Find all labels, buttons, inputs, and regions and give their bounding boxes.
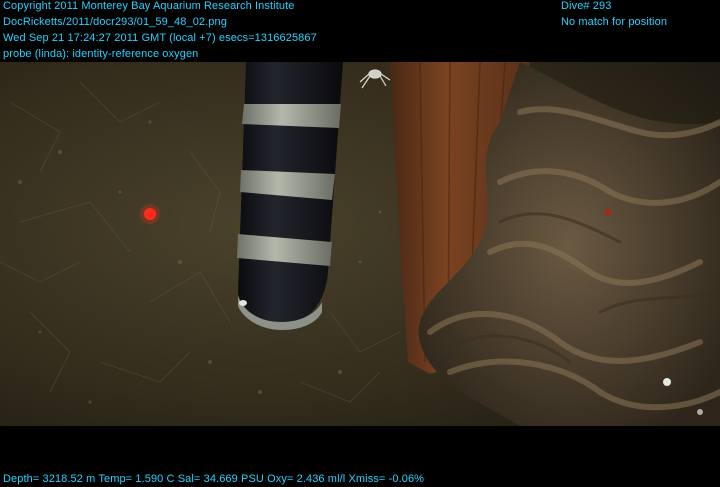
caption-timestamp: Wed Sep 21 17:24:27 2011 GMT (local +7) … — [3, 32, 317, 44]
caption-position-status: No match for position — [561, 16, 668, 28]
seafloor-scene — [0, 62, 720, 426]
caption-copyright: Copyright 2011 Monterey Bay Aquarium Res… — [3, 0, 295, 12]
caption-dive-number: Dive# 293 — [561, 0, 612, 12]
laser-dot-secondary — [605, 209, 611, 215]
caption-file-path: DocRicketts/2011/docr293/01_59_48_02.png — [3, 16, 227, 28]
caption-sensor-readings: Depth= 3218.52 m Temp= 1.590 C Sal= 34.6… — [3, 473, 425, 485]
caption-probe: probe (linda): identity-reference oxygen — [3, 48, 199, 60]
